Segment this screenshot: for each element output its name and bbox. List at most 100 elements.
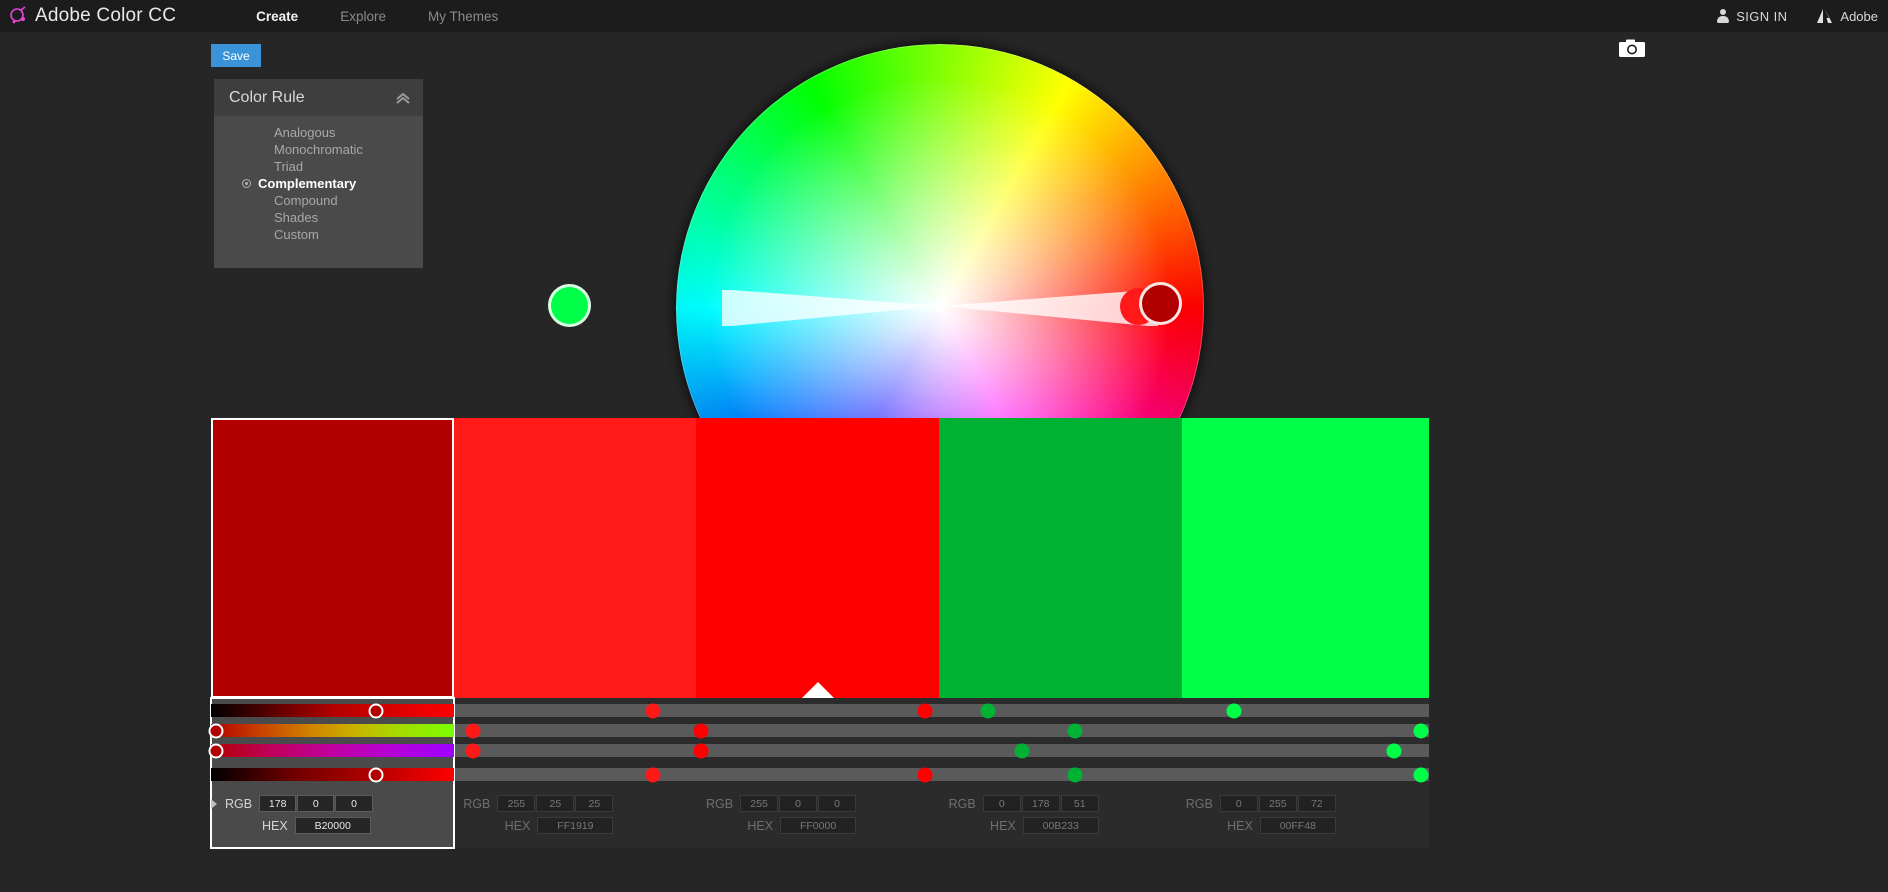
slider-dot[interactable] [693, 743, 709, 758]
swatch-5[interactable] [1181, 418, 1429, 698]
rgb-b-field[interactable]: 0 [818, 795, 857, 812]
rule-item-compound[interactable]: Compound [214, 192, 423, 209]
slider-dot[interactable] [1067, 767, 1083, 782]
hex-field[interactable]: B20000 [294, 817, 371, 834]
rule-item-complementary[interactable]: Complementary [214, 175, 423, 192]
brightness-slider[interactable] [1181, 703, 1429, 718]
hue-slider[interactable] [1181, 723, 1429, 738]
hex-field[interactable]: FF0000 [780, 817, 857, 834]
slider-track [696, 724, 940, 737]
hue-slider[interactable] [693, 723, 940, 738]
color-rule-title: Color Rule [229, 88, 305, 106]
hue-slider[interactable] [939, 723, 1182, 738]
rgb-r-field[interactable]: 0 [982, 795, 1021, 812]
slider-dot[interactable] [1386, 743, 1402, 758]
slider-dot[interactable] [1413, 723, 1429, 738]
slider-track [696, 704, 940, 717]
brightness-slider[interactable] [453, 703, 697, 718]
swatch-2[interactable] [453, 418, 697, 698]
slider-knob[interactable] [368, 767, 384, 782]
nav-link-my-themes[interactable]: My Themes [428, 9, 498, 24]
rgb-r-field[interactable]: 178 [259, 795, 297, 812]
hue-slider[interactable] [453, 723, 697, 738]
slider-track [939, 744, 1182, 757]
rgb-r-field[interactable]: 255 [497, 795, 536, 812]
brand[interactable]: Adobe Color CC [8, 5, 176, 27]
rule-item-custom[interactable]: Custom [214, 226, 423, 243]
slider-dot[interactable] [980, 703, 996, 718]
value-slider[interactable] [696, 767, 940, 782]
color-column-5: RGB 0 255 72 HEX 00FF48 [1181, 698, 1429, 848]
slider-knob[interactable] [208, 723, 224, 738]
brightness-slider[interactable] [696, 703, 940, 718]
saturation-slider[interactable] [208, 743, 454, 758]
hex-row: HEX B20000 [211, 816, 454, 835]
slider-dot[interactable] [917, 767, 932, 782]
rgb-g-field[interactable]: 0 [779, 795, 818, 812]
rule-item-monochromatic[interactable]: Monochromatic [214, 141, 423, 158]
hex-label: HEX [261, 818, 288, 833]
slider-track [1181, 724, 1429, 737]
rgb-b-field[interactable]: 25 [575, 795, 614, 812]
rgb-r-field[interactable]: 0 [1219, 795, 1258, 812]
saturation-slider[interactable] [1181, 743, 1429, 758]
rule-item-triad[interactable]: Triad [214, 158, 423, 175]
value-slider[interactable] [453, 767, 697, 782]
person-icon [1717, 9, 1730, 23]
slider-dot[interactable] [1413, 767, 1429, 782]
slider-dot[interactable] [1067, 723, 1083, 738]
save-button[interactable]: Save [211, 44, 261, 67]
wheel-marker-red-dark[interactable] [1139, 282, 1182, 325]
slider-dot[interactable] [917, 703, 932, 718]
rgb-r-field[interactable]: 255 [740, 795, 779, 812]
rule-item-shades[interactable]: Shades [214, 209, 423, 226]
slider-dot[interactable] [645, 767, 661, 782]
rgb-b-field[interactable]: 0 [335, 795, 373, 812]
rgb-b-field[interactable]: 72 [1297, 795, 1336, 812]
adobe-link[interactable]: Adobe [1817, 8, 1878, 24]
saturation-slider[interactable] [939, 743, 1182, 758]
brightness-slider[interactable] [939, 703, 1182, 718]
hue-slider[interactable] [208, 723, 454, 738]
slider-knob[interactable] [368, 703, 384, 718]
slider-dot[interactable] [465, 723, 481, 738]
rule-item-analogous[interactable]: Analogous [214, 124, 423, 141]
swatch-1[interactable] [211, 418, 454, 698]
adobe-label: Adobe [1840, 8, 1878, 24]
rgb-g-field[interactable]: 255 [1258, 795, 1297, 812]
slider-dot[interactable] [1226, 703, 1242, 718]
hex-field[interactable]: FF1919 [537, 817, 614, 834]
hex-field[interactable]: 00FF48 [1259, 817, 1336, 834]
hex-field[interactable]: 00B233 [1022, 817, 1099, 834]
saturation-slider[interactable] [453, 743, 697, 758]
wheel-marker-green[interactable] [548, 284, 591, 327]
rgb-g-field[interactable]: 0 [297, 795, 335, 812]
slider-group-4 [939, 698, 1182, 782]
value-slider[interactable] [1181, 767, 1429, 782]
rgb-b-field[interactable]: 51 [1060, 795, 1099, 812]
slider-dot[interactable] [465, 743, 481, 758]
rgb-label: RGB [948, 796, 976, 811]
value-slider[interactable] [939, 767, 1182, 782]
slider-dot[interactable] [1014, 743, 1030, 758]
chevron-up-icon[interactable] [395, 92, 411, 104]
expand-triangle-icon[interactable] [211, 798, 217, 809]
swatch-4[interactable] [939, 418, 1182, 698]
value-fields-1: RGB 178 0 0 HEX B20000 [211, 794, 454, 838]
nav-link-explore[interactable]: Explore [340, 9, 386, 24]
brightness-slider[interactable] [211, 703, 454, 718]
slider-dot[interactable] [693, 723, 709, 738]
value-slider[interactable] [211, 767, 454, 782]
nav-link-create[interactable]: Create [256, 9, 298, 24]
color-swatch-strip [211, 418, 1673, 698]
rgb-g-field[interactable]: 25 [536, 795, 575, 812]
slider-dot[interactable] [645, 703, 661, 718]
sign-in-button[interactable]: SIGN IN [1717, 9, 1787, 24]
rgb-g-field[interactable]: 178 [1021, 795, 1060, 812]
camera-icon[interactable] [1618, 38, 1646, 60]
swatch-3[interactable] [696, 418, 940, 698]
saturation-slider[interactable] [693, 743, 940, 758]
slider-knob[interactable] [208, 743, 224, 758]
slider-group-3 [693, 698, 940, 782]
nav-right-group: SIGN IN Adobe [1717, 0, 1878, 32]
